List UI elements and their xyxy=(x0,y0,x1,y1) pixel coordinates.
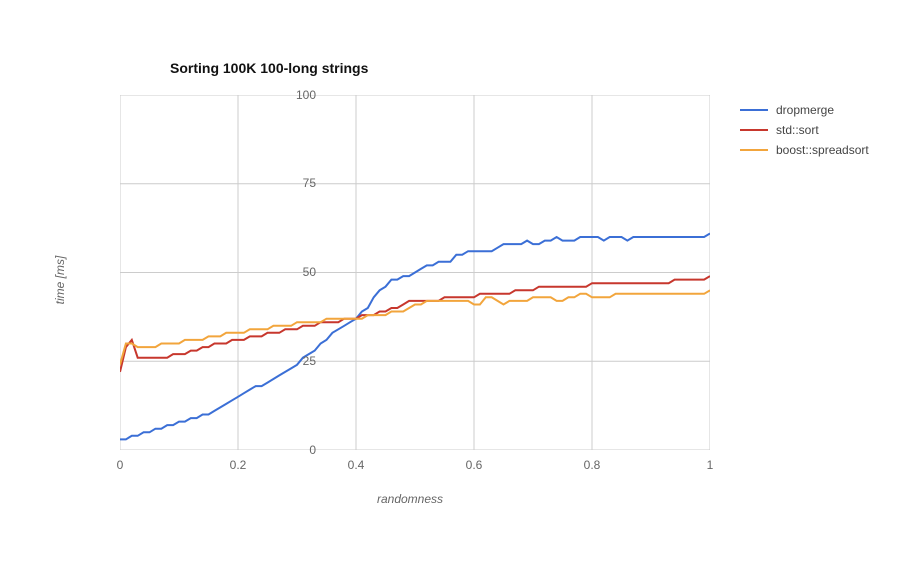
legend-swatch xyxy=(740,149,768,151)
legend-label: dropmerge xyxy=(776,103,834,117)
xtick: 0.2 xyxy=(230,458,247,472)
series-line xyxy=(120,276,710,372)
legend-item: std::sort xyxy=(740,120,869,140)
ytick: 100 xyxy=(246,88,316,102)
chart-container: Sorting 100K 100-long strings time [ms] … xyxy=(0,0,916,566)
ytick: 25 xyxy=(246,354,316,368)
legend-item: boost::spreadsort xyxy=(740,140,869,160)
chart-title: Sorting 100K 100-long strings xyxy=(170,60,368,76)
plot-area xyxy=(120,95,710,450)
legend-swatch xyxy=(740,109,768,111)
ytick: 75 xyxy=(246,176,316,190)
y-axis-label: time [ms] xyxy=(53,256,67,305)
legend-item: dropmerge xyxy=(740,100,869,120)
xtick: 1 xyxy=(707,458,714,472)
xtick: 0.8 xyxy=(584,458,601,472)
xtick: 0 xyxy=(117,458,124,472)
x-axis-label: randomness xyxy=(377,492,443,506)
ytick: 50 xyxy=(246,265,316,279)
legend: dropmerge std::sort boost::spreadsort xyxy=(740,100,869,160)
plot-svg xyxy=(120,95,710,450)
ytick: 0 xyxy=(246,443,316,457)
xtick: 0.4 xyxy=(348,458,365,472)
legend-label: std::sort xyxy=(776,123,819,137)
legend-label: boost::spreadsort xyxy=(776,143,869,157)
series-group xyxy=(120,234,710,440)
xtick: 0.6 xyxy=(466,458,483,472)
legend-swatch xyxy=(740,129,768,131)
